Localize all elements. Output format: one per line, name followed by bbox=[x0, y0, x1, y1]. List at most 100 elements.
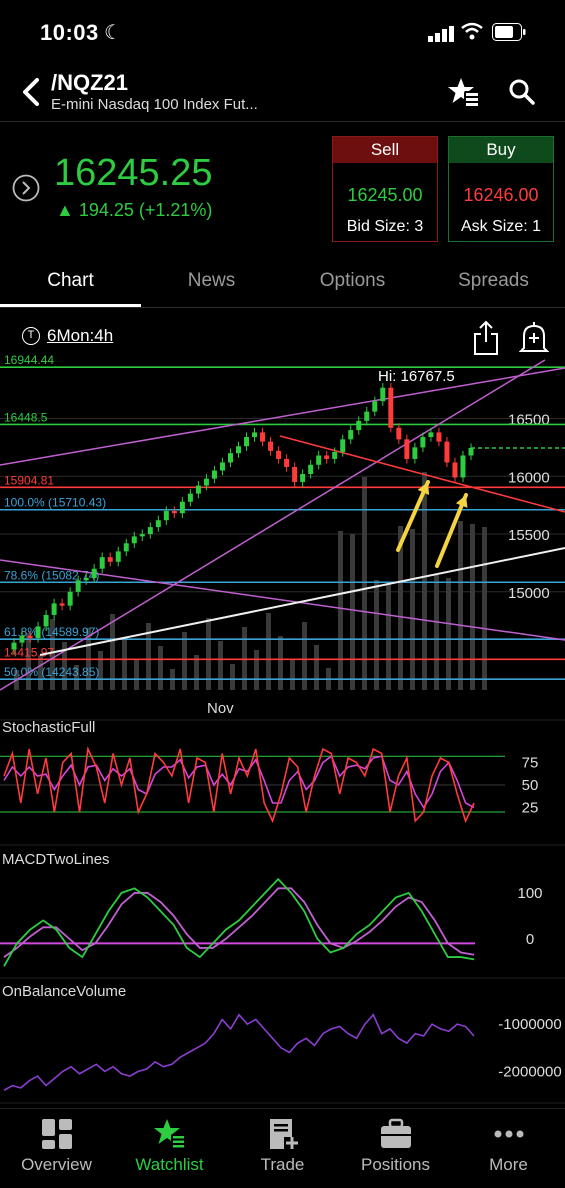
level-label: 61.8% (14589.97) bbox=[4, 625, 99, 639]
volume-bar bbox=[194, 655, 199, 690]
candle-body bbox=[35, 626, 41, 639]
nav-overview[interactable]: Overview bbox=[0, 1117, 113, 1175]
volume-bar bbox=[230, 664, 235, 690]
volume-bar bbox=[434, 575, 439, 690]
candle-body bbox=[59, 603, 65, 606]
candle-body bbox=[147, 527, 153, 535]
candle-body bbox=[388, 387, 394, 428]
last-price: 16245.25 bbox=[54, 152, 213, 194]
trendline bbox=[0, 367, 565, 466]
buy-label: Buy bbox=[449, 137, 553, 163]
indicator-title: OnBalanceVolume bbox=[2, 983, 126, 1000]
candle-body bbox=[163, 510, 169, 521]
volume-bar bbox=[350, 534, 355, 690]
candle-body bbox=[420, 437, 426, 448]
buy-button[interactable]: Buy 16246.00 Ask Size: 1 bbox=[448, 136, 554, 242]
tab-options[interactable]: Options bbox=[282, 270, 423, 292]
candle-body bbox=[131, 536, 137, 544]
candle-body bbox=[11, 642, 17, 650]
candle-body bbox=[99, 557, 105, 569]
candle-body bbox=[244, 437, 250, 447]
candle-body bbox=[268, 441, 274, 451]
volume-bar bbox=[446, 578, 451, 690]
candle-body bbox=[308, 464, 314, 474]
candle-body bbox=[51, 603, 57, 615]
ask-size: Ask Size: 1 bbox=[460, 218, 542, 235]
tab-chart[interactable]: Chart bbox=[0, 270, 141, 292]
indicator-title: StochasticFull bbox=[2, 719, 95, 736]
indicator-line bbox=[3, 1013, 475, 1091]
tab-spreads[interactable]: Spreads bbox=[423, 270, 564, 292]
level-label: 15904.81 bbox=[4, 473, 54, 487]
volume-bar bbox=[482, 527, 487, 690]
volume-bar bbox=[182, 632, 187, 690]
volume-bar bbox=[158, 646, 163, 690]
candle-body bbox=[380, 387, 386, 402]
volume-bar bbox=[134, 660, 139, 690]
volume-bar bbox=[278, 636, 283, 690]
x-axis-label: Nov bbox=[207, 700, 234, 717]
candle-body bbox=[404, 439, 410, 459]
nav-label: Trade bbox=[260, 1155, 305, 1174]
timeframe-icon: T bbox=[22, 327, 40, 345]
star-list-icon bbox=[153, 1119, 186, 1149]
chart-area[interactable]: 16500 16000 15500 15000 16944.44 16448.5 15904… bbox=[0, 350, 565, 1110]
sell-button[interactable]: Sell 16245.00 Bid Size: 3 bbox=[332, 136, 438, 242]
candle-body bbox=[292, 467, 298, 483]
indicator-line bbox=[3, 887, 475, 958]
candle-body bbox=[211, 470, 217, 479]
price-axis-label: 15000 bbox=[508, 585, 550, 602]
nav-trade[interactable]: Trade bbox=[226, 1117, 339, 1175]
timeframe-label: 6Mon:4h bbox=[47, 326, 114, 345]
candle-body bbox=[260, 432, 266, 442]
candle-body bbox=[356, 420, 362, 431]
nav-label: More bbox=[489, 1155, 528, 1174]
level-label: 16944.44 bbox=[4, 353, 54, 367]
tab-news[interactable]: News bbox=[141, 270, 282, 292]
candle-body bbox=[324, 455, 330, 459]
signal-icon bbox=[428, 26, 454, 42]
trendline bbox=[0, 359, 546, 691]
volume-bar bbox=[458, 521, 463, 690]
volume-bar bbox=[470, 524, 475, 690]
candle-body bbox=[468, 447, 474, 456]
price-axis-label: 15500 bbox=[508, 527, 550, 544]
wifi-icon bbox=[461, 22, 483, 40]
candle-body bbox=[236, 446, 241, 454]
candle-body bbox=[67, 591, 73, 606]
volume-bar bbox=[254, 650, 259, 690]
nav-watchlist[interactable]: Watchlist bbox=[113, 1117, 226, 1175]
volume-bar bbox=[422, 472, 427, 690]
candle-body bbox=[227, 453, 233, 463]
candle-body bbox=[276, 450, 282, 459]
price-axis-label: 16500 bbox=[508, 412, 550, 429]
indicator-axis-label: 0 bbox=[526, 931, 534, 948]
nav-more[interactable]: More bbox=[452, 1117, 565, 1175]
nav-positions[interactable]: Positions bbox=[339, 1117, 452, 1175]
candle-body bbox=[27, 635, 33, 639]
expand-circle-icon[interactable] bbox=[12, 174, 40, 202]
candle-body bbox=[460, 455, 466, 478]
tab-bar: Chart News Options Spreads bbox=[0, 260, 565, 308]
sell-label: Sell bbox=[333, 137, 437, 163]
back-icon[interactable] bbox=[20, 76, 42, 108]
search-icon[interactable] bbox=[508, 78, 536, 106]
indicator-axis-label: 100 bbox=[517, 885, 542, 902]
candle-body bbox=[123, 543, 129, 552]
candle-body bbox=[187, 493, 193, 502]
candle-body bbox=[75, 580, 81, 592]
volume-bar bbox=[218, 641, 223, 690]
nav-label: Watchlist bbox=[135, 1155, 204, 1174]
candle-body bbox=[139, 534, 145, 537]
candle-body bbox=[428, 432, 434, 438]
ticket-icon bbox=[269, 1119, 298, 1149]
header: /NQZ21 E-mini Nasdaq 100 Index Fut... bbox=[0, 64, 565, 122]
indicator-axis-label: -2000000 bbox=[498, 1063, 561, 1080]
indicator-line bbox=[3, 877, 475, 967]
level-label: 16448.5 bbox=[4, 410, 48, 424]
briefcase-icon bbox=[380, 1118, 411, 1148]
add-to-watchlist-icon[interactable] bbox=[447, 76, 481, 108]
candle-body bbox=[412, 447, 418, 459]
candle-body bbox=[43, 614, 49, 627]
bid-price: 16245.00 bbox=[347, 185, 423, 205]
